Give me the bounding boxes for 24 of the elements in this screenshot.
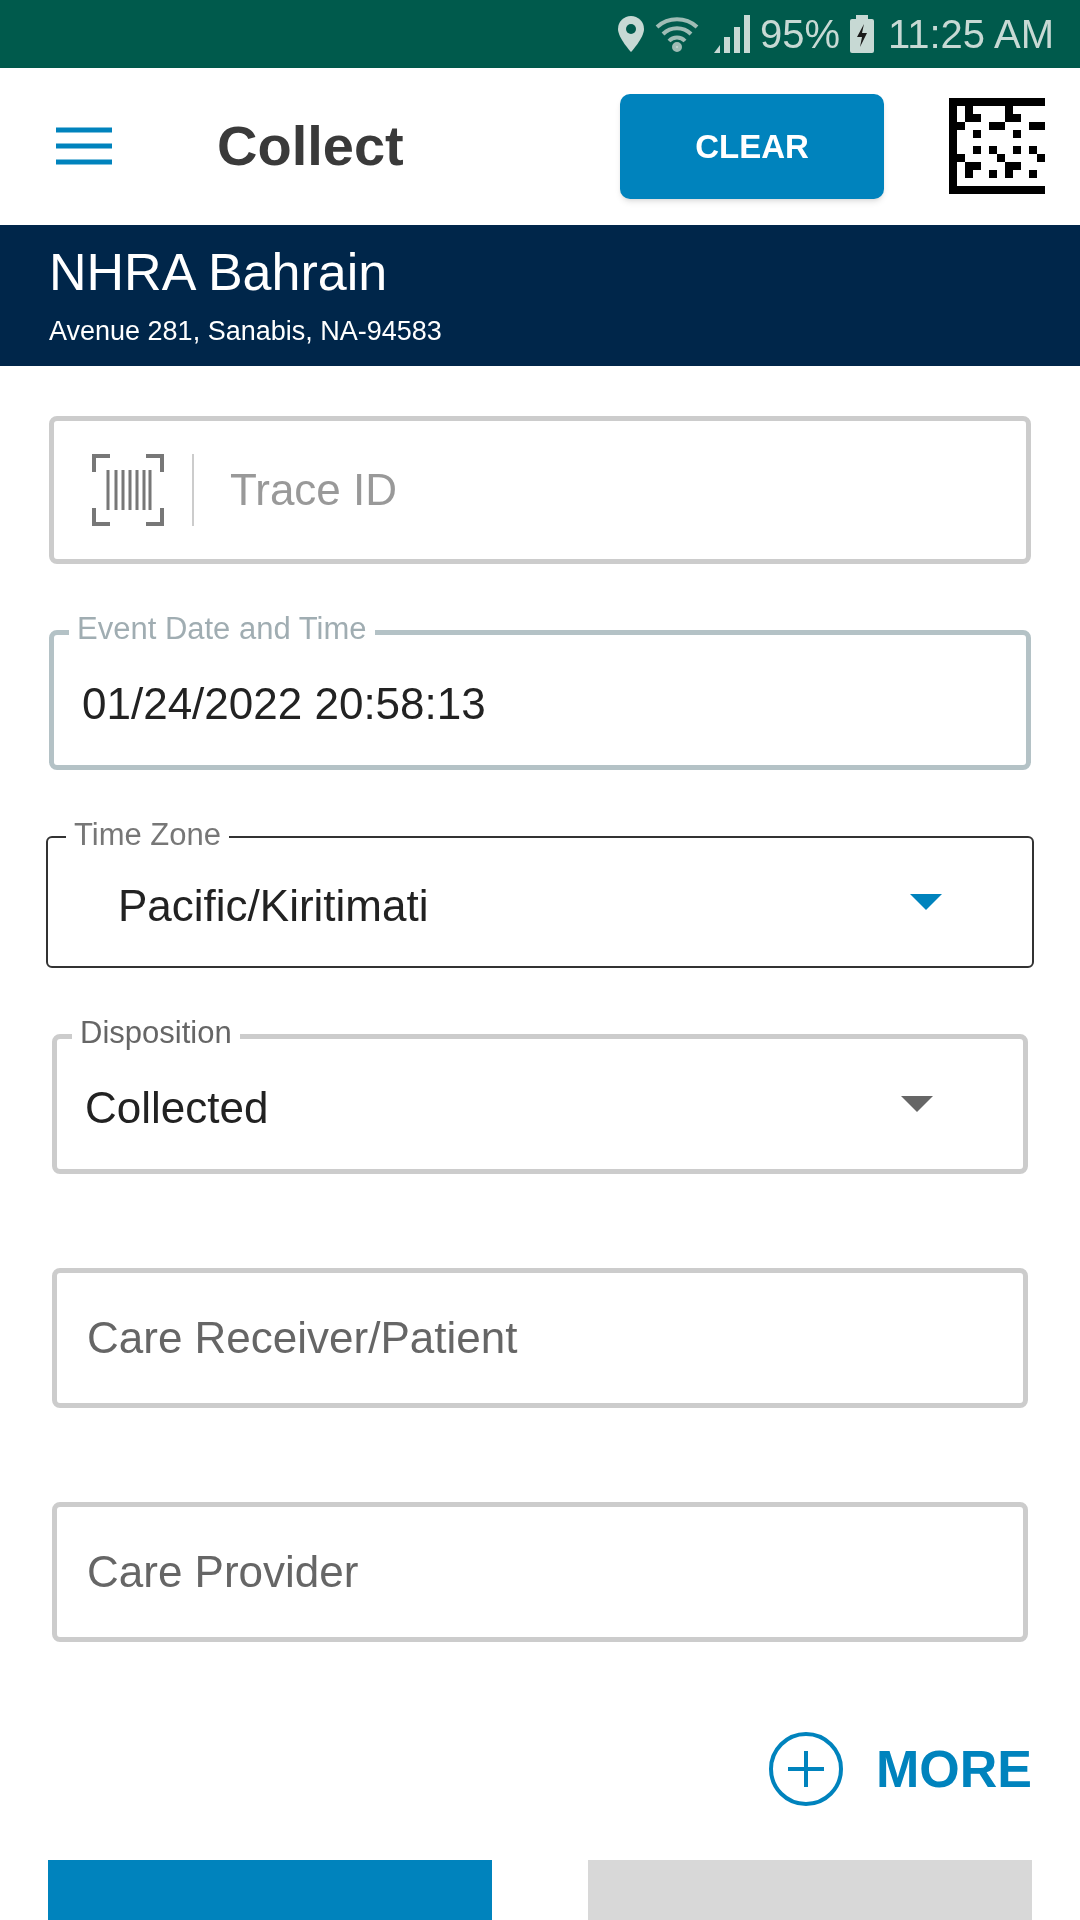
app-title: Collect — [217, 113, 404, 180]
location-address: Avenue 281, Sanabis, NA-94583 — [49, 314, 443, 348]
field-value: Collected — [85, 1082, 269, 1134]
location-pin-icon — [617, 15, 644, 52]
field-value: Pacific/Kiritimati — [118, 880, 429, 932]
field-placeholder: Care Receiver/Patient — [87, 1312, 518, 1364]
more-button[interactable]: MORE — [876, 1730, 1032, 1808]
field-placeholder: Trace ID — [230, 464, 398, 516]
dropdown-caret-icon — [901, 1096, 933, 1112]
input-field[interactable]: Care Receiver/Patient — [52, 1268, 1028, 1408]
battery-percent: 95% — [759, 10, 840, 58]
dropdown-caret-icon — [910, 894, 942, 910]
menu-icon[interactable] — [56, 127, 112, 166]
qr-code-icon[interactable] — [949, 98, 1045, 195]
field-placeholder: Care Provider — [87, 1546, 359, 1598]
clear-button[interactable]: CLEAR — [620, 93, 884, 199]
plus-circle-icon[interactable] — [768, 1731, 844, 1807]
input-field[interactable]: Care Provider — [52, 1502, 1028, 1642]
location-name: NHRA Bahrain — [49, 241, 389, 303]
barcode-icon[interactable] — [92, 454, 164, 526]
signal-icon — [713, 14, 750, 53]
battery-charging-icon — [849, 14, 874, 53]
field-value: 01/24/2022 20:58:13 — [82, 678, 486, 730]
status-time: 11:25 AM — [887, 10, 1054, 58]
